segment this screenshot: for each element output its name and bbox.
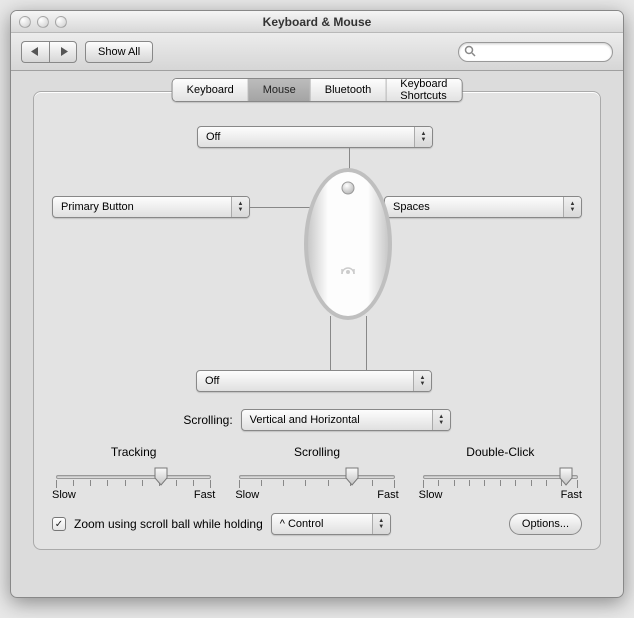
tab-bluetooth[interactable]: Bluetooth [311,79,386,101]
slider-thumb[interactable] [344,466,360,486]
scrolling-mode-popup[interactable]: Vertical and Horizontal ▲▼ [241,409,451,431]
slider-min-label: Slow [419,489,443,501]
nav-group [21,41,77,63]
scroll-ball-action-popup[interactable]: Off ▲▼ [197,126,433,148]
mouse-image [298,164,398,324]
slider-thumb[interactable] [153,466,169,486]
stepper-arrows-icon: ▲▼ [414,127,432,147]
scrolling-row: Scrolling: Vertical and Horizontal ▲▼ [52,409,582,431]
slider-max-label: Fast [377,489,398,501]
forward-button[interactable] [49,41,77,63]
slider-max-label: Fast [561,489,582,501]
tracking-slider[interactable] [52,465,215,487]
side-buttons-popup[interactable]: Off ▲▼ [196,370,432,392]
scrolling-label: Scrolling: [183,413,232,427]
scrolling-slider-block: Scrolling Slow Fast [235,445,398,501]
left-button-popup[interactable]: Primary Button ▲▼ [52,196,250,218]
tab-panel: Keyboard Mouse Bluetooth Keyboard Shortc… [33,91,601,550]
popup-value: Primary Button [61,201,134,213]
zoom-modifier-popup[interactable]: ^ Control ▲▼ [271,513,391,535]
zoom-row: ✓ Zoom using scroll ball while holding ^… [52,513,582,535]
back-button[interactable] [21,41,49,63]
zoom-checkbox[interactable]: ✓ [52,517,66,531]
mouse-diagram: Off ▲▼ Primary Button ▲▼ Spaces ▲▼ Off ▲… [52,124,582,399]
slider-title: Tracking [52,445,215,459]
stepper-arrows-icon: ▲▼ [372,514,390,534]
tab-keyboard-shortcuts[interactable]: Keyboard Shortcuts [386,79,461,101]
slider-min-label: Slow [235,489,259,501]
double-click-slider-block: Double-Click Slow Fast [419,445,582,501]
popup-value: ^ Control [280,518,324,530]
triangle-right-icon [59,47,68,56]
tab-keyboard[interactable]: Keyboard [173,79,249,101]
stepper-arrows-icon: ▲▼ [231,197,249,217]
slider-title: Scrolling [235,445,398,459]
slider-max-label: Fast [194,489,215,501]
slider-title: Double-Click [419,445,582,459]
window-title: Keyboard & Mouse [11,15,623,29]
popup-value: Off [205,375,219,387]
right-button-popup[interactable]: Spaces ▲▼ [384,196,582,218]
slider-thumb[interactable] [558,466,574,486]
tracking-slider-block: Tracking Slow Fast [52,445,215,501]
popup-value: Vertical and Horizontal [250,414,360,426]
stepper-arrows-icon: ▲▼ [413,371,431,391]
popup-value: Spaces [393,201,430,213]
scrolling-slider[interactable] [235,465,398,487]
show-all-button[interactable]: Show All [85,41,153,63]
toolbar: Show All [11,33,623,71]
triangle-left-icon [31,47,40,56]
zoom-label: Zoom using scroll ball while holding [74,517,263,531]
search-icon [464,45,476,60]
popup-value: Off [206,131,220,143]
double-click-slider[interactable] [419,465,582,487]
zoom-options-button[interactable]: Options... [509,513,582,535]
stepper-arrows-icon: ▲▼ [432,410,450,430]
tabs: Keyboard Mouse Bluetooth Keyboard Shortc… [172,78,463,102]
prefs-window: Keyboard & Mouse Show All Keyboard Mouse… [10,10,624,598]
stepper-arrows-icon: ▲▼ [563,197,581,217]
tab-mouse[interactable]: Mouse [249,79,311,101]
search-input[interactable] [458,42,613,62]
titlebar: Keyboard & Mouse [11,11,623,33]
sliders-row: Tracking Slow Fast Scrolling Slow Fast [52,445,582,501]
slider-min-label: Slow [52,489,76,501]
